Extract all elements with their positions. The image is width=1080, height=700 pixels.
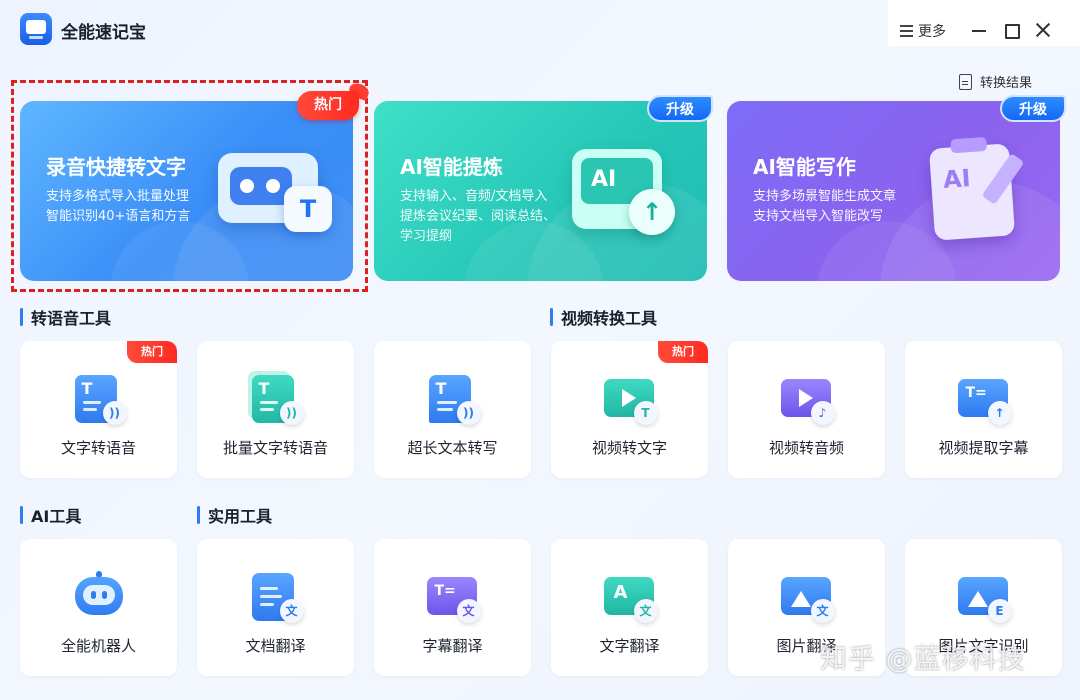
close-button[interactable] [1035, 22, 1051, 38]
app-title: 全能速记宝 [61, 23, 146, 43]
card-title: AI智能写作 [753, 155, 856, 179]
watermark: 知乎 @蓝移科技 [820, 644, 1026, 675]
card-title: AI智能提炼 [400, 155, 503, 179]
more-button[interactable]: 更多 [900, 21, 946, 41]
section-heading-video-tools: 视频转换工具 [550, 305, 657, 329]
tool-robot[interactable]: 全能机器人 [20, 539, 177, 676]
video-to-text-icon: T [602, 371, 658, 427]
text-to-speech-icon: T )) [71, 371, 127, 427]
tool-text-translate[interactable]: A 文 文字翻译 [551, 539, 708, 676]
video-to-audio-icon: ♪ [779, 371, 835, 427]
app-logo-icon [20, 13, 52, 45]
batch-text-to-speech-icon: T )) [247, 371, 304, 427]
tool-subtitle-translate[interactable]: T= 文 字幕翻译 [374, 539, 531, 676]
tool-label: 视频转文字 [591, 439, 667, 457]
long-text-transcribe-icon: T )) [425, 371, 481, 427]
tool-text-to-speech[interactable]: T )) 文字转语音 热门 [20, 341, 177, 478]
text-translate-icon: A 文 [602, 569, 658, 625]
menu-icon [900, 25, 913, 37]
upgrade-badge: 升级 [647, 95, 713, 122]
tool-video-to-audio[interactable]: ♪ 视频转音频 [728, 341, 885, 478]
section-heading-speech-tools: 转语音工具 [20, 305, 111, 329]
feature-card-ai-refine[interactable]: AI智能提炼 支持输入、音频/文档导入 提炼会议纪要、阅读总结、 学习提纲 AI… [374, 101, 707, 281]
convert-results-label: 转换结果 [980, 76, 1033, 91]
tool-label: 批量文字转语音 [222, 439, 328, 457]
image-translate-icon: 文 [779, 569, 835, 625]
tool-label: 全能机器人 [60, 637, 136, 655]
tool-label: 文档翻译 [245, 637, 306, 655]
section-heading-utility-tools: 实用工具 [197, 503, 272, 527]
robot-icon [71, 569, 127, 625]
tool-label: 文字转语音 [60, 439, 136, 457]
image-ocr-icon: E [956, 569, 1012, 625]
tool-label: 超长文本转写 [407, 439, 498, 457]
upload-arrow-icon: ↑ [629, 189, 675, 235]
hot-badge: 热门 [297, 91, 359, 120]
upgrade-badge: 升级 [1000, 95, 1066, 122]
tool-video-to-text[interactable]: T 视频转文字 热门 [551, 341, 708, 478]
feature-card-ai-writing[interactable]: AI智能写作 支持多场景智能生成文章 支持文档导入智能改写 AI [727, 101, 1060, 281]
document-icon [959, 73, 972, 90]
tool-video-subtitle-extract[interactable]: T= ↑ 视频提取字幕 [905, 341, 1062, 478]
subtitle-translate-icon: T= 文 [425, 569, 481, 625]
convert-results-button[interactable]: 转换结果 [959, 72, 1032, 91]
more-label: 更多 [918, 24, 946, 40]
card-description: 支持多场景智能生成文章 支持文档导入智能改写 [753, 189, 897, 224]
tool-document-translate[interactable]: 文 文档翻译 [197, 539, 354, 676]
hot-badge: 热门 [127, 341, 177, 363]
section-heading-ai-tools: AI工具 [20, 503, 81, 527]
card-description: 支持输入、音频/文档导入 提炼会议纪要、阅读总结、 学习提纲 [400, 189, 557, 244]
hot-badge: 热门 [658, 341, 708, 363]
tool-label: 文字翻译 [599, 637, 660, 655]
video-subtitle-extract-icon: T= ↑ [956, 371, 1012, 427]
tool-label: 视频转音频 [768, 439, 844, 457]
tool-label: 字幕翻译 [422, 637, 483, 655]
tool-batch-text-to-speech[interactable]: T )) 批量文字转语音 [197, 341, 354, 478]
minimize-button[interactable] [972, 30, 986, 32]
document-translate-icon: 文 [248, 569, 304, 625]
tool-label: 视频提取字幕 [938, 439, 1029, 457]
tool-long-text-transcribe[interactable]: T )) 超长文本转写 [374, 341, 531, 478]
maximize-button[interactable] [1005, 24, 1020, 39]
